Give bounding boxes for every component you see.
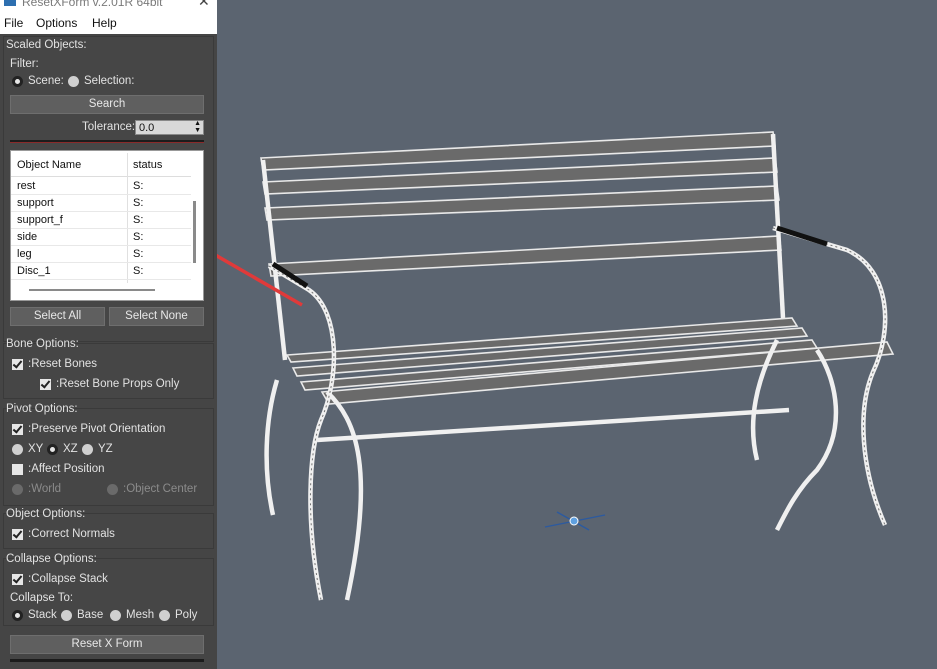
item-name: support_f xyxy=(17,214,63,226)
collapse-to-label: Collapse To: xyxy=(10,592,74,604)
bone-options-header: Bone Options: xyxy=(6,338,79,350)
correct-normals-label: :Correct Normals xyxy=(28,528,115,540)
column-status[interactable]: status xyxy=(133,159,162,171)
back-slat xyxy=(268,235,782,277)
object-center-label: :Object Center xyxy=(123,483,198,495)
xz-label: XZ xyxy=(63,443,78,455)
reset-xform-panel: ResetXForm v.2.01R 64bit ✕ File Options … xyxy=(0,0,217,669)
item-name: side xyxy=(17,231,38,243)
progress-bar xyxy=(10,140,204,143)
spinner-arrows-icon[interactable]: ▲ ▼ xyxy=(194,120,201,134)
reset-bone-props-label: :Reset Bone Props Only xyxy=(56,378,180,390)
collapse-stack-checkbox[interactable] xyxy=(12,574,23,585)
vertical-scrollbar[interactable] xyxy=(193,201,196,263)
item-status: S: xyxy=(133,180,144,192)
preserve-pivot-checkbox[interactable] xyxy=(12,424,23,435)
affect-position-checkbox[interactable] xyxy=(12,464,23,475)
tolerance-label: Tolerance: xyxy=(82,121,136,133)
tolerance-value: 0.0 xyxy=(139,122,155,134)
item-status: S: xyxy=(133,248,144,260)
reset-bones-label: :Reset Bones xyxy=(28,358,98,370)
search-button[interactable]: Search xyxy=(10,95,204,114)
viewport[interactable] xyxy=(217,0,937,669)
list-item[interactable]: support_f S: xyxy=(11,212,191,229)
yz-label: YZ xyxy=(98,443,113,455)
list-item[interactable]: support S: xyxy=(11,195,191,212)
pivot-options-header: Pivot Options: xyxy=(6,403,78,415)
bone-options-group xyxy=(3,343,214,399)
filter-label: Filter: xyxy=(10,58,39,70)
item-status: S: xyxy=(133,231,144,243)
stretcher xyxy=(316,407,790,443)
app-icon xyxy=(4,0,16,6)
column-object-name[interactable]: Object Name xyxy=(17,159,81,171)
list-item[interactable]: Disc_1 S: xyxy=(11,263,191,280)
preserve-pivot-label: :Preserve Pivot Orientation xyxy=(28,423,166,435)
window-titlebar: ResetXForm v.2.01R 64bit ✕ xyxy=(0,0,217,12)
correct-normals-checkbox[interactable] xyxy=(12,529,23,540)
selection-radio[interactable] xyxy=(68,76,79,87)
scene-label: Scene: xyxy=(28,75,64,87)
object-center-radio xyxy=(107,484,118,495)
collapse-options-header: Collapse Options: xyxy=(6,553,97,565)
stack-radio[interactable] xyxy=(12,610,23,621)
base-label: Base xyxy=(77,609,104,621)
reset-bones-checkbox[interactable] xyxy=(12,359,23,370)
mesh-label: Mesh xyxy=(126,609,155,621)
list-item[interactable]: leg S: xyxy=(11,246,191,263)
item-name: leg xyxy=(17,248,32,260)
xz-radio[interactable] xyxy=(47,444,58,455)
tolerance-spinner[interactable]: 0.0 ▲ ▼ xyxy=(135,120,204,135)
item-status: S: xyxy=(133,214,144,226)
list-item[interactable]: side S: xyxy=(11,229,191,246)
select-none-button[interactable]: Select None xyxy=(109,307,204,326)
window-title: ResetXForm v.2.01R 64bit xyxy=(22,0,163,9)
menu-options[interactable]: Options xyxy=(36,16,77,30)
stack-label: Stack xyxy=(28,609,57,621)
progress-bar-bottom xyxy=(10,659,204,662)
scene-radio[interactable] xyxy=(12,76,23,87)
menu-help[interactable]: Help xyxy=(92,16,117,30)
item-name: support xyxy=(17,197,54,209)
reset-bone-props-checkbox[interactable] xyxy=(40,379,51,390)
world-label: :World xyxy=(28,483,62,495)
item-status: S: xyxy=(133,197,144,209)
reset-xform-button[interactable]: Reset X Form xyxy=(10,635,204,654)
horizontal-scrollbar[interactable] xyxy=(29,289,155,291)
menu-file[interactable]: File xyxy=(4,16,23,30)
poly-label: Poly xyxy=(175,609,198,621)
scaled-objects-list[interactable]: Object Name status rest S: support S: su… xyxy=(10,150,204,301)
scaled-objects-header: Scaled Objects: xyxy=(6,39,87,51)
bench-wireframe xyxy=(217,131,895,601)
left-rear-leg xyxy=(264,379,280,516)
collapse-stack-label: :Collapse Stack xyxy=(28,573,108,585)
selection-label: Selection: xyxy=(84,75,135,87)
list-header: Object Name status xyxy=(11,153,191,283)
object-options-header: Object Options: xyxy=(6,508,86,520)
xy-label: XY xyxy=(28,443,44,455)
transform-gizmo[interactable] xyxy=(544,511,606,531)
list-item[interactable]: rest S: xyxy=(11,178,191,195)
item-name: Disc_1 xyxy=(17,265,51,277)
mesh-radio[interactable] xyxy=(110,610,121,621)
right-front-leg xyxy=(774,348,839,532)
poly-radio[interactable] xyxy=(159,610,170,621)
world-radio xyxy=(12,484,23,495)
yz-radio[interactable] xyxy=(82,444,93,455)
item-status: S: xyxy=(133,265,144,277)
xy-radio[interactable] xyxy=(12,444,23,455)
left-front-leg xyxy=(325,390,364,601)
affect-position-label: :Affect Position xyxy=(28,463,105,475)
base-radio[interactable] xyxy=(61,610,72,621)
menu-bar: File Options Help xyxy=(0,12,217,34)
close-icon[interactable]: ✕ xyxy=(198,0,210,10)
right-armrest-cap xyxy=(776,225,828,247)
item-name: rest xyxy=(17,180,36,192)
select-all-button[interactable]: Select All xyxy=(10,307,105,326)
